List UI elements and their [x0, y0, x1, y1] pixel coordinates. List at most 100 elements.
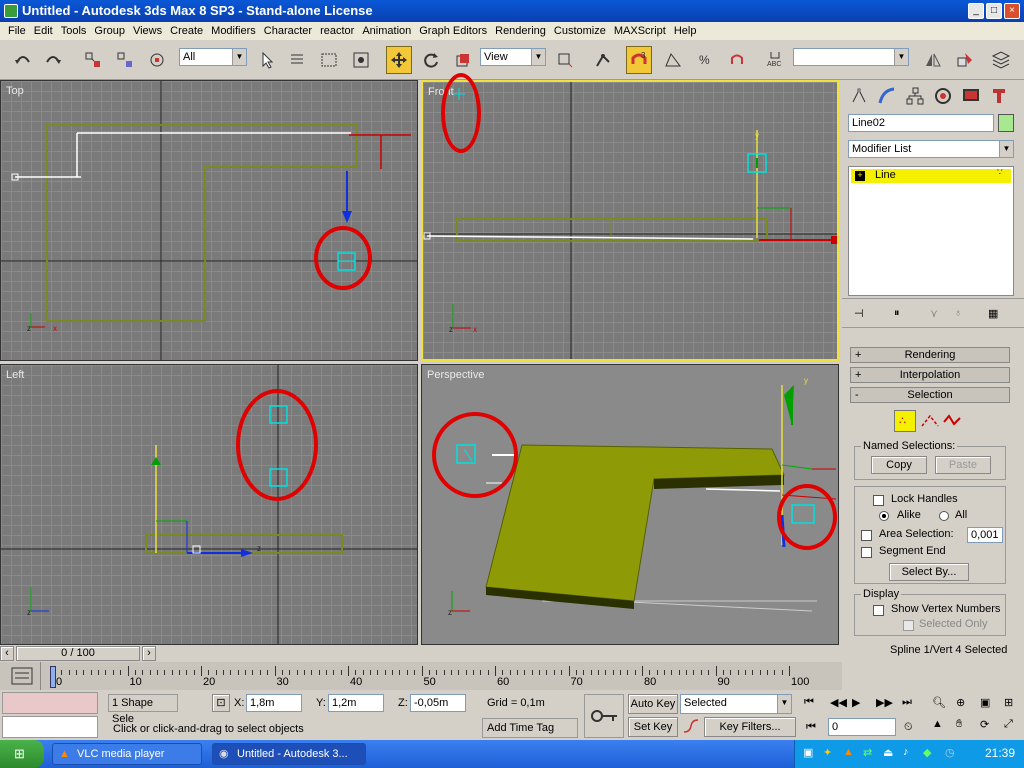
- go-to-end-icon[interactable]: ⏭: [902, 696, 912, 709]
- select-and-move-icon[interactable]: [386, 46, 412, 74]
- menu-reactor[interactable]: reactor: [316, 25, 358, 37]
- percent-snap-icon[interactable]: %: [692, 46, 718, 74]
- current-frame-marker[interactable]: [50, 666, 56, 688]
- vertex-subobject-icon[interactable]: ∴: [894, 410, 916, 432]
- key-icon[interactable]: [584, 694, 624, 738]
- object-color-swatch[interactable]: [998, 114, 1014, 132]
- select-object-icon[interactable]: [254, 46, 280, 74]
- key-filters-button[interactable]: Key Filters...: [704, 717, 796, 737]
- viewport-top[interactable]: Top z x: [0, 80, 418, 361]
- time-slider[interactable]: ‹ 0 / 100 ›: [0, 645, 842, 662]
- maxscript-listener-mini[interactable]: [2, 692, 98, 714]
- redo-icon[interactable]: [40, 46, 66, 74]
- stack-item-line[interactable]: + Line ∵: [851, 167, 1011, 183]
- select-by-name-icon[interactable]: [284, 46, 310, 74]
- tray-clock-icon[interactable]: ◷: [945, 746, 955, 759]
- menu-views[interactable]: Views: [129, 25, 166, 37]
- tray-volume-icon[interactable]: ♪: [903, 746, 909, 758]
- menu-maxscript[interactable]: MAXScript: [610, 25, 670, 37]
- key-mode-dropdown[interactable]: Selected ▼: [680, 694, 792, 714]
- time-configuration-icon[interactable]: ⏲: [904, 721, 913, 734]
- remove-modifier-icon[interactable]: ♁: [954, 307, 962, 319]
- rollout-interpolation[interactable]: + Interpolation: [850, 367, 1010, 383]
- object-name-field[interactable]: Line02: [848, 114, 994, 132]
- paste-button[interactable]: Paste: [935, 456, 991, 474]
- set-key-button[interactable]: Set Key: [628, 717, 678, 737]
- close-button[interactable]: ×: [1004, 3, 1020, 19]
- named-selection-dropdown[interactable]: ▼: [793, 48, 909, 66]
- tray-security-icon[interactable]: ◆: [923, 746, 931, 759]
- selection-lock-icon[interactable]: ⊡: [212, 694, 230, 712]
- spline-subobject-icon[interactable]: [942, 414, 962, 431]
- select-by-button[interactable]: Select By...: [889, 563, 969, 581]
- time-slider-thumb[interactable]: 0 / 100: [16, 646, 140, 661]
- zoom-extents-all-icon[interactable]: ⊞: [1004, 696, 1013, 709]
- rollout-rendering[interactable]: + Rendering: [850, 347, 1010, 363]
- viewport-left[interactable]: Left z z: [0, 364, 418, 645]
- y-coordinate-field[interactable]: 1,2m: [328, 694, 384, 712]
- menu-customize[interactable]: Customize: [550, 25, 610, 37]
- auto-key-button[interactable]: Auto Key: [628, 694, 678, 714]
- maxscript-listener-output[interactable]: [2, 716, 98, 738]
- pin-stack-icon[interactable]: ⊣: [854, 307, 864, 320]
- menu-modifiers[interactable]: Modifiers: [207, 25, 260, 37]
- segment-subobject-icon[interactable]: [920, 414, 940, 431]
- menu-edit[interactable]: Edit: [30, 25, 57, 37]
- tray-app-icon[interactable]: ✦: [823, 746, 832, 759]
- start-button[interactable]: ⊞: [0, 740, 44, 768]
- menu-character[interactable]: Character: [260, 25, 316, 37]
- area-selection-checkbox[interactable]: [861, 530, 872, 541]
- previous-frame-icon[interactable]: ◀◀: [830, 696, 847, 709]
- select-and-link-icon[interactable]: [80, 46, 106, 74]
- time-slider-prev-button[interactable]: ‹: [0, 646, 14, 661]
- pan-icon[interactable]: ✋︎: [956, 718, 962, 731]
- mirror-icon[interactable]: [920, 46, 946, 74]
- layer-manager-icon[interactable]: [988, 46, 1014, 74]
- show-vertex-numbers-checkbox[interactable]: [873, 605, 884, 616]
- configure-sets-icon[interactable]: ▦: [988, 307, 998, 320]
- alike-radio[interactable]: [879, 511, 889, 521]
- bind-space-warp-icon[interactable]: [144, 46, 170, 74]
- viewport-perspective[interactable]: Perspective y z: [421, 364, 839, 645]
- undo-icon[interactable]: [10, 46, 36, 74]
- zoom-icon[interactable]: 🔍︎: [932, 696, 946, 709]
- select-and-manipulate-icon[interactable]: [590, 46, 616, 74]
- utilities-tab-icon[interactable]: [986, 82, 1012, 110]
- modify-tab-icon[interactable]: [874, 82, 900, 110]
- reference-coordinate-dropdown[interactable]: View ▼: [480, 48, 546, 66]
- select-and-rotate-icon[interactable]: [418, 46, 444, 74]
- maximize-viewport-icon[interactable]: ⤢: [1004, 718, 1013, 731]
- display-tab-icon[interactable]: [958, 82, 984, 110]
- menu-tools[interactable]: Tools: [57, 25, 91, 37]
- maximize-button[interactable]: □: [986, 3, 1002, 19]
- align-icon[interactable]: [952, 46, 978, 74]
- x-coordinate-field[interactable]: 1,8m: [246, 694, 302, 712]
- modifier-list-dropdown[interactable]: Modifier List ▼: [848, 140, 1014, 158]
- mini-curve-editor-icon[interactable]: [10, 666, 34, 686]
- hierarchy-tab-icon[interactable]: [902, 82, 928, 110]
- task-vlc[interactable]: ▲ VLC media player: [52, 743, 202, 765]
- z-coordinate-field[interactable]: -0,05m: [410, 694, 466, 712]
- rollout-selection[interactable]: - Selection: [850, 387, 1010, 403]
- arc-rotate-icon[interactable]: ⟳: [980, 718, 989, 731]
- lock-handles-checkbox[interactable]: [873, 495, 884, 506]
- all-radio[interactable]: [939, 511, 949, 521]
- make-unique-icon[interactable]: ⋎: [930, 307, 938, 320]
- spinner-snap-icon[interactable]: [724, 46, 750, 74]
- add-time-tag-button[interactable]: Add Time Tag: [482, 718, 578, 738]
- go-to-start-icon[interactable]: ⏮: [804, 696, 814, 709]
- angle-snap-icon[interactable]: [660, 46, 686, 74]
- snap-toggle-icon[interactable]: 3: [626, 46, 652, 74]
- unlink-selection-icon[interactable]: [112, 46, 138, 74]
- menu-group[interactable]: Group: [90, 25, 129, 37]
- window-crossing-icon[interactable]: [348, 46, 374, 74]
- current-frame-field[interactable]: 0: [828, 718, 896, 736]
- menu-graph-editors[interactable]: Graph Editors: [415, 25, 491, 37]
- tray-vlc-icon[interactable]: ▲: [843, 746, 854, 758]
- menu-create[interactable]: Create: [166, 25, 207, 37]
- next-frame-icon[interactable]: ▶▶: [876, 696, 893, 709]
- segment-end-checkbox[interactable]: [861, 547, 872, 558]
- tray-monitor-icon[interactable]: ▣: [803, 746, 813, 759]
- menu-file[interactable]: File: [4, 25, 30, 37]
- pivot-point-center-icon[interactable]: [552, 46, 578, 74]
